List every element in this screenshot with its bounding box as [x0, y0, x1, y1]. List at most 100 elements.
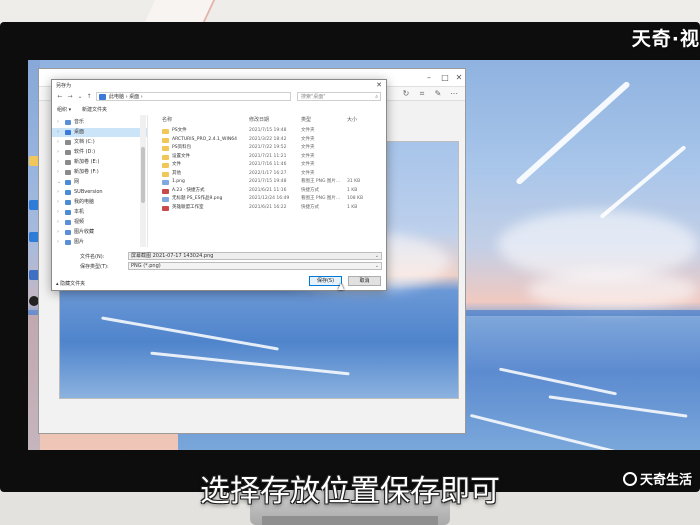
file-date: 2021/7/16 11:46	[249, 162, 287, 167]
top-logo: 天奇·视	[631, 28, 700, 50]
expand-arrow-icon[interactable]: ›	[57, 218, 59, 227]
back-arrow-icon[interactable]: ←	[56, 92, 64, 101]
nav-item-icon	[65, 220, 71, 225]
nav-item-icon	[65, 140, 71, 145]
edit-icon[interactable]: ✎	[433, 89, 443, 99]
chevron-down-icon[interactable]: ⌄	[375, 253, 379, 260]
file-date: 2021/6/21 11:16	[249, 187, 287, 193]
nav-item-label: 音乐	[74, 119, 85, 125]
image-viewer-window: – □ ✕ ↻ ⌗ ✎ ⋯ 另存为 ✕ ← → ⌄ ↑ 此电脑 › 桌面 › 搜…	[38, 68, 466, 434]
dialog-title: 另存为	[56, 83, 72, 89]
expand-arrow-icon[interactable]: ›	[57, 148, 59, 157]
more-icon[interactable]: ⋯	[449, 89, 459, 99]
rotate-icon[interactable]: ↻	[401, 89, 411, 99]
search-input[interactable]: 搜索"桌面" ⌕	[297, 92, 381, 101]
maximize-icon[interactable]: □	[439, 72, 451, 84]
file-size: 1 KB	[347, 204, 358, 210]
file-list-item[interactable]: PS资料包 2021/7/22 19:52 文件夹	[149, 144, 387, 152]
file-date: 2021/7/15 19:48	[249, 128, 287, 133]
filetype-select[interactable]: PNG (*.png) ⌄	[128, 262, 382, 270]
up-arrow-icon[interactable]: ↑	[85, 92, 93, 101]
file-list-item[interactable]: 设置文件 2021/7/21 11:21 文件夹	[149, 153, 387, 161]
file-list-item[interactable]: 文件 2021/7/16 11:46 文件夹	[149, 161, 387, 169]
desktop-screen: – □ ✕ ↻ ⌗ ✎ ⋯ 另存为 ✕ ← → ⌄ ↑ 此电脑 › 桌面 › 搜…	[28, 60, 700, 450]
nav-item[interactable]: › 视频	[52, 218, 147, 227]
nav-item[interactable]: ⌄ 网	[52, 178, 147, 187]
nav-scroll-thumb[interactable]	[141, 147, 145, 203]
dialog-close-icon[interactable]: ✕	[374, 81, 384, 90]
new-folder-button[interactable]: 新建文件夹	[82, 106, 107, 113]
forward-arrow-icon[interactable]: →	[66, 92, 74, 101]
expand-arrow-icon[interactable]: ›	[57, 118, 59, 127]
file-list-item[interactable]: PS文件 2021/7/15 19:48 文件夹	[149, 127, 387, 135]
file-name: 1.png	[172, 179, 185, 184]
expand-arrow-icon[interactable]: ›	[57, 228, 59, 237]
column-header-date[interactable]: 修改日期	[249, 116, 269, 123]
close-icon[interactable]: ✕	[453, 72, 465, 84]
address-bar[interactable]: 此电脑 › 桌面 ›	[96, 92, 291, 101]
folder-icon	[162, 154, 169, 160]
chevron-down-icon[interactable]: ⌄	[375, 263, 379, 270]
file-name: 设置文件	[172, 153, 190, 159]
file-list-item[interactable]: A.23 · 快捷方式 2021/6/21 11:16 快捷方式 1 KB	[149, 187, 387, 195]
expand-arrow-icon[interactable]: ›	[57, 168, 59, 177]
nav-item-icon	[65, 160, 71, 165]
file-list-item[interactable]: 无标题 PS_ES作品9.png 2021/12/24 16:49 看图王 PNG …	[149, 195, 387, 203]
expand-arrow-icon[interactable]: ›	[57, 128, 59, 137]
nav-item[interactable]: › 桌面	[52, 128, 147, 137]
file-type: 文件夹	[301, 128, 315, 133]
filename-input[interactable]: 屏幕截图 2021-07-17 143024.png ⌄	[128, 252, 382, 260]
file-list-item[interactable]: 英雄联盟工作室 2021/6/21 16:22 快捷方式 1 KB	[149, 204, 387, 212]
nav-item[interactable]: › 图片收藏	[52, 228, 147, 237]
file-list-item[interactable]: 其他 2022/1/17 16:27 文件夹	[149, 170, 387, 178]
expand-arrow-icon[interactable]: ›	[57, 138, 59, 147]
nav-item[interactable]: › 软件 (D:)	[52, 148, 147, 157]
file-list-item[interactable]: 1.png 2021/7/15 19:48 看图王 PNG 图片... 31 KB	[149, 178, 387, 186]
file-name: ARCTURIS_PRO_2.4.1_WIN64	[172, 136, 237, 142]
column-header-name[interactable]: 名称	[162, 116, 172, 123]
nav-item[interactable]: › 图片	[52, 238, 147, 247]
column-header-size[interactable]: 大小	[347, 116, 357, 123]
cancel-button[interactable]: 取消	[348, 276, 381, 286]
nav-item-label: 本机	[74, 209, 85, 215]
file-type: 文件夹	[301, 145, 315, 150]
nav-item[interactable]: › SUBversion	[52, 188, 147, 197]
nav-item-icon	[65, 150, 71, 155]
crop-icon[interactable]: ⌗	[417, 89, 427, 99]
nav-item[interactable]: › 本机	[52, 208, 147, 217]
nav-item[interactable]: › 我的电脑	[52, 198, 147, 207]
nav-item-label: SUBversion	[74, 189, 103, 195]
nav-item-label: 网	[74, 179, 80, 185]
nav-item-icon	[65, 120, 71, 125]
file-list-item[interactable]: ARCTURIS_PRO_2.4.1_WIN64 2021/3/22 18:42 文…	[149, 136, 387, 144]
wallpaper-wave	[548, 395, 688, 418]
expand-arrow-icon[interactable]: ›	[57, 198, 59, 207]
expand-arrow-icon[interactable]: ›	[57, 158, 59, 167]
file-name: PS文件	[172, 128, 187, 133]
nav-item[interactable]: › 音乐	[52, 118, 147, 127]
expand-arrow-icon[interactable]: ›	[57, 188, 59, 197]
expand-arrow-icon[interactable]: ›	[57, 238, 59, 247]
file-list: 名称 修改日期 类型 大小 PS文件 2021/7/15 19:48 文件夹 ARCT…	[149, 115, 387, 247]
nav-item-label: 我的电脑	[74, 199, 95, 205]
nav-item-label: 新加卷 (F:)	[74, 169, 99, 175]
organize-menu[interactable]: 组织 ▾	[57, 106, 71, 113]
nav-item[interactable]: › 文档 (C:)	[52, 138, 147, 147]
nav-item-icon	[65, 130, 71, 135]
filename-value: 屏幕截图 2021-07-17 143024.png	[131, 253, 214, 259]
image-wave	[101, 316, 279, 351]
file-name: 文件	[172, 162, 181, 167]
expand-arrow-icon[interactable]: ⌄	[57, 178, 61, 187]
hide-folders-toggle[interactable]: ▴ 隐藏文件夹	[56, 280, 85, 287]
nav-item[interactable]: › 新加卷 (E:)	[52, 158, 147, 167]
nav-item-label: 图片	[74, 239, 85, 245]
nav-item-label: 视频	[74, 219, 85, 225]
expand-arrow-icon[interactable]: ›	[57, 208, 59, 217]
nav-item[interactable]: › 新加卷 (F:)	[52, 168, 147, 177]
address-row: ← → ⌄ ↑ 此电脑 › 桌面 › 搜索"桌面" ⌕	[52, 91, 386, 103]
recent-chevron-icon[interactable]: ⌄	[76, 92, 84, 101]
column-header-type[interactable]: 类型	[301, 116, 311, 123]
nav-item-icon	[65, 170, 71, 175]
minimize-icon[interactable]: –	[423, 72, 435, 84]
file-size: 1 KB	[347, 187, 358, 193]
